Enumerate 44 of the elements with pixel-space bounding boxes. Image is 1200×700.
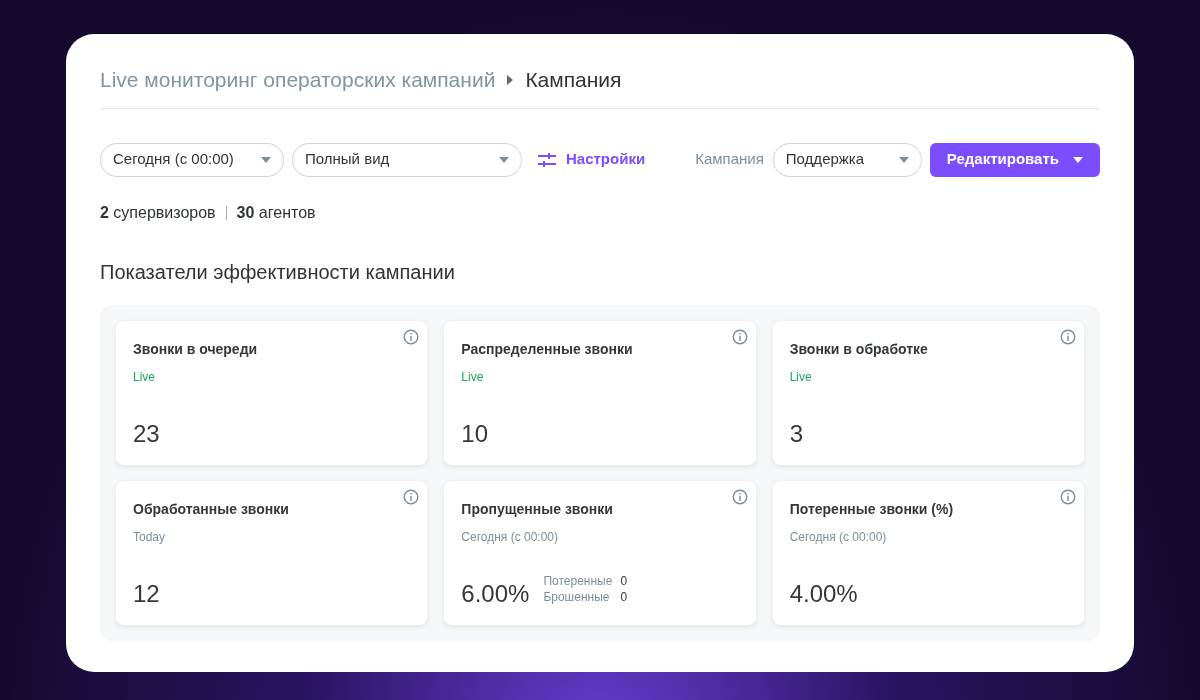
agents-count: 30 агентов [236, 202, 316, 223]
metric-value: 10 [461, 420, 489, 447]
caret-icon [499, 156, 509, 163]
settings-button[interactable]: Настройки [538, 148, 646, 171]
metric-title: Обработанные звонки [133, 499, 290, 519]
period-select[interactable]: Сегодня (с 00:00) [100, 142, 284, 177]
info-icon[interactable] [403, 488, 420, 505]
metric-title: Распределенные звонки [461, 339, 634, 359]
detail-label: Брошенные [543, 588, 611, 605]
metric-value: 12 [133, 580, 160, 607]
breadcrumb-current: Кампания [525, 67, 622, 93]
section-title: Показатели эффективности кампании [100, 259, 456, 285]
info-icon[interactable] [1060, 488, 1076, 505]
metric-value: 3 [789, 420, 803, 447]
metric-title: Звонки в обработке [789, 339, 929, 359]
info-icon[interactable] [731, 488, 748, 505]
chevron-icon [507, 74, 514, 85]
info-icon[interactable] [731, 328, 748, 345]
metric-subtitle: Сегодня (с 00:00) [461, 528, 559, 546]
campaign-select[interactable]: Поддержка [772, 142, 922, 177]
metric-title: Потеренные звонки (%) [789, 499, 955, 519]
campaign-label: Кампания [695, 149, 764, 170]
metric-title: Пропущенные звонки [461, 499, 614, 519]
caret-icon [898, 156, 909, 163]
metric-subtitle: Live [461, 368, 485, 386]
metric-subtitle: Today [133, 528, 167, 546]
metric-subtitle: Сегодня (с 00:00) [789, 528, 888, 546]
sliders-icon [538, 152, 556, 167]
metric-value: 6.00% [461, 580, 530, 607]
metric-value: 23 [133, 420, 160, 447]
detail-value: 0 [620, 588, 628, 605]
metric-subtitle: Live [133, 368, 156, 386]
caret-icon [261, 156, 271, 163]
view-select[interactable]: Полный вид [292, 142, 522, 177]
info-icon[interactable] [403, 328, 420, 345]
detail-label: Потеренные [543, 572, 613, 589]
metric-subtitle: Live [789, 368, 813, 386]
caret-icon [1073, 156, 1083, 163]
info-icon[interactable] [1060, 328, 1076, 345]
supervisors-count: 2 супервизоров [100, 202, 216, 223]
metric-value: 4.00% [789, 580, 858, 607]
edit-button[interactable]: Редактировать [929, 142, 1100, 177]
detail-value: 0 [620, 572, 628, 589]
metric-title: Звонки в очереди [133, 339, 259, 359]
